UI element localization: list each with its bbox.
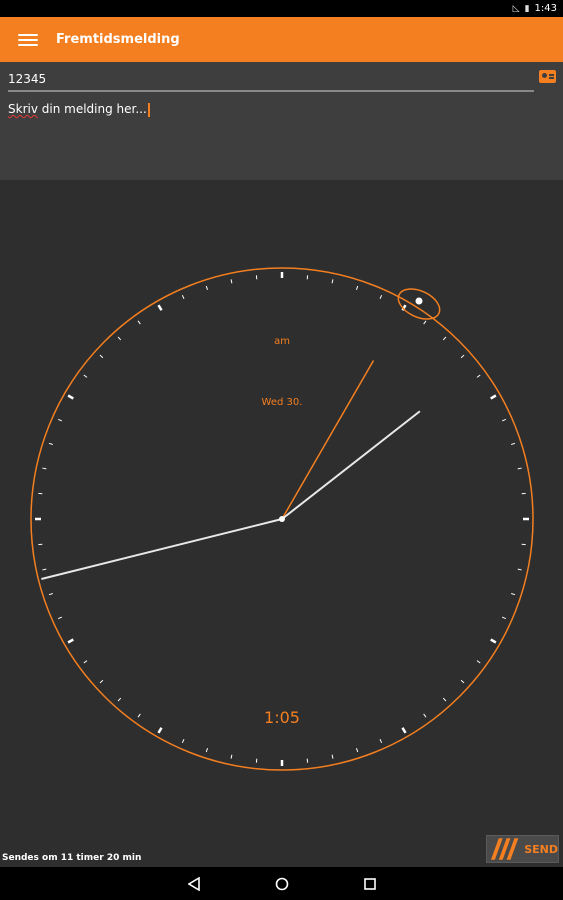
major-tick [401, 727, 407, 734]
minor-tick [476, 374, 481, 378]
major-tick [490, 394, 497, 400]
minor-tick [99, 679, 104, 684]
minor-tick [42, 568, 47, 571]
minor-tick [331, 279, 334, 284]
clock-face[interactable]: am Wed 30. 1:05 [0, 180, 563, 840]
text-caret [147, 102, 150, 117]
ampm-label: am [274, 336, 290, 347]
minor-tick [511, 442, 516, 446]
minor-tick [42, 467, 47, 470]
minor-tick [137, 713, 141, 718]
send-label: SEND [524, 842, 558, 856]
minor-tick [117, 336, 122, 341]
status-bar: ◺ ▮ 1:43 [0, 0, 563, 17]
minor-tick [117, 697, 122, 702]
minor-tick [460, 679, 465, 684]
menu-icon[interactable] [18, 32, 38, 48]
recents-icon[interactable] [362, 876, 378, 892]
minor-tick [460, 354, 465, 359]
minor-tick [511, 592, 516, 596]
minor-tick [230, 754, 233, 759]
message-word-misspelled: Skriv [8, 102, 38, 116]
wifi-off-icon: ◺ [512, 3, 520, 14]
minor-tick [205, 748, 209, 753]
minor-tick [83, 374, 88, 378]
minor-tick [442, 336, 447, 341]
contact-picker-icon[interactable] [539, 70, 556, 83]
clock-center [279, 516, 285, 522]
major-tick [67, 394, 74, 400]
minor-tick [48, 592, 53, 596]
major-tick [67, 638, 74, 644]
minor-tick [379, 294, 383, 300]
minor-tick [230, 279, 233, 284]
compose-panel: 12345 Skriv din melding her... [0, 62, 563, 180]
minor-tick [205, 285, 209, 290]
minor-tick [57, 418, 63, 422]
minor-tick [517, 467, 522, 470]
hour-hand[interactable] [281, 360, 375, 520]
message-field[interactable]: Skriv din melding her... [8, 102, 548, 117]
message-text: din melding her... [37, 102, 147, 116]
minor-tick [99, 354, 104, 359]
minor-tick [355, 285, 359, 290]
send-logo-icon [490, 838, 519, 860]
app-title: Fremtidsmelding [56, 32, 180, 47]
time-label: 1:05 [264, 708, 300, 727]
back-icon[interactable] [186, 876, 202, 892]
status-time: 1:43 [534, 3, 557, 14]
drag-handle[interactable] [394, 283, 445, 325]
major-tick [157, 727, 163, 734]
minor-tick [181, 294, 185, 300]
send-button[interactable]: SEND [486, 835, 559, 863]
major-tick [490, 638, 497, 644]
home-icon[interactable] [274, 876, 290, 892]
minor-tick [423, 320, 427, 325]
minor-tick [501, 616, 507, 620]
second-hand[interactable] [281, 410, 421, 520]
minor-tick [48, 442, 53, 446]
send-status-text: Sendes om 11 timer 20 min [2, 853, 142, 863]
battery-icon: ▮ [524, 3, 530, 14]
minor-tick [137, 320, 141, 325]
major-tick [157, 304, 163, 311]
minor-tick [83, 660, 88, 664]
minor-tick [331, 754, 334, 759]
minor-tick [423, 713, 427, 718]
date-label: Wed 30. [262, 397, 303, 408]
minor-tick [442, 697, 447, 702]
minute-hand[interactable] [41, 518, 283, 580]
minor-tick [355, 748, 359, 753]
minor-tick [57, 616, 63, 620]
minor-tick [476, 660, 481, 664]
minor-tick [379, 738, 383, 744]
navigation-bar [0, 867, 563, 900]
minor-tick [517, 568, 522, 571]
app-bar: Fremtidsmelding [0, 17, 563, 62]
recipient-field[interactable]: 12345 [8, 68, 534, 92]
minor-tick [181, 738, 185, 744]
minor-tick [501, 418, 507, 422]
